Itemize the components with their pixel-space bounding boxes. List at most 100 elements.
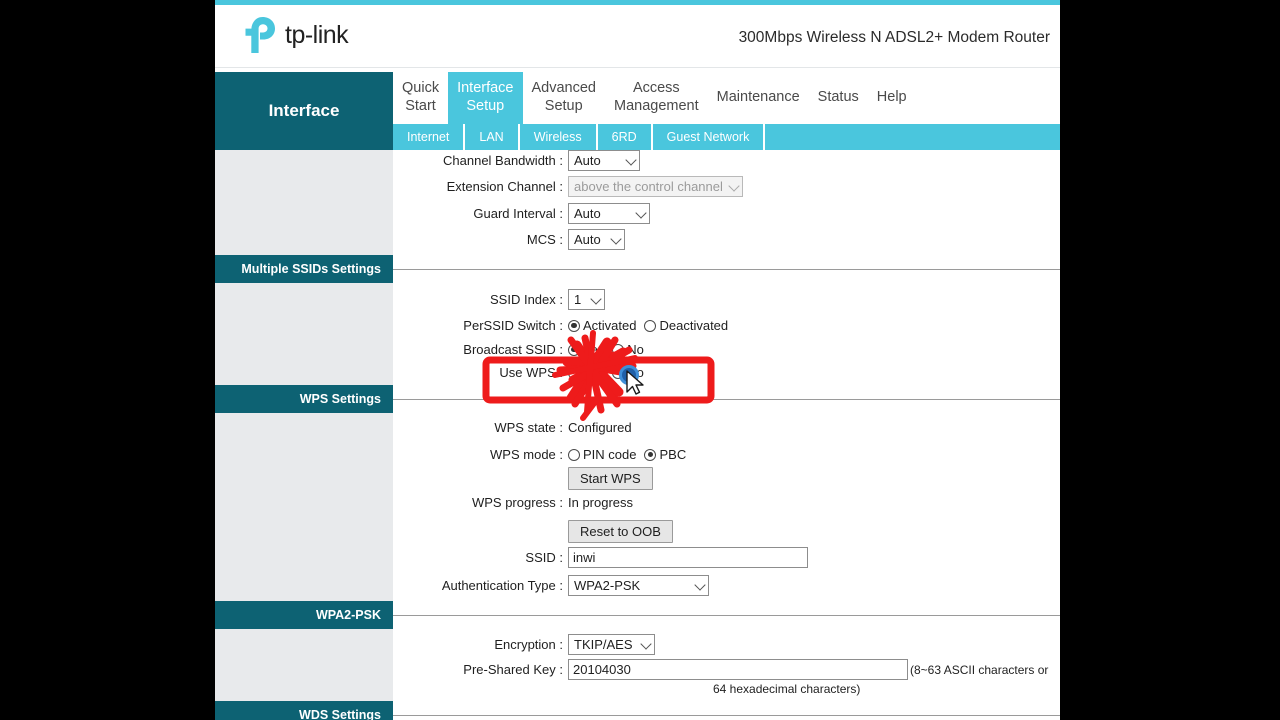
row-use-wps: Use WPS : Yes No	[360, 365, 652, 380]
perssid-switch-activated-radio[interactable]: Activated	[568, 318, 636, 333]
row-reset-to-oob: Reset to OOB	[360, 520, 673, 543]
model-name: 300Mbps Wireless N ADSL2+ Modem Router	[738, 29, 1050, 46]
section-wds-label: WDS Settings	[299, 708, 381, 720]
subtab-lan[interactable]: LAN	[465, 124, 520, 150]
tab-advanced-setup[interactable]: Advanced Setup	[523, 72, 606, 124]
tp-link-logo: tp-link	[243, 15, 349, 55]
tab-status-label: Status	[817, 89, 859, 106]
radio-icon	[568, 343, 580, 356]
chevron-down-icon	[635, 206, 647, 219]
tab-quick-start[interactable]: Quick Start	[393, 72, 448, 124]
tp-link-wordmark: tp-link	[285, 20, 349, 49]
section-wpa2-psk-label: WPA2-PSK	[315, 608, 381, 622]
tab-help[interactable]: Help	[868, 72, 916, 124]
settings-body: Multiple SSIDs Settings WPS Settings WPA…	[215, 150, 1060, 720]
tab-advanced-setup-line2: Setup	[544, 98, 583, 114]
row-wps-state: WPS state : Configured	[360, 420, 631, 435]
section-divider-wpa2-psk	[393, 615, 1060, 616]
row-pre-shared-key-hint2: 64 hexadecimal characters)	[713, 682, 860, 696]
wps-mode-pbc-radio[interactable]: PBC	[644, 447, 686, 462]
tab-help-label: Help	[876, 89, 907, 106]
perssid-switch-activated-label: Activated	[583, 318, 637, 333]
interface-section-label-text: Interface	[268, 101, 340, 120]
radio-icon	[568, 366, 580, 379]
ssid-index-select[interactable]: 1	[568, 289, 605, 310]
chevron-down-icon	[590, 292, 602, 305]
subtab-6rd[interactable]: 6RD	[598, 124, 653, 150]
interface-section-label: Interface	[215, 72, 393, 150]
mcs-select[interactable]: Auto	[568, 229, 625, 250]
section-wps-label: WPS Settings	[299, 392, 381, 406]
radio-icon	[644, 319, 657, 332]
start-wps-button[interactable]: Start WPS	[568, 467, 653, 490]
ssid-input[interactable]	[568, 547, 808, 568]
section-divider-wds	[393, 715, 1060, 716]
brand-header: tp-link 300Mbps Wireless N ADSL2+ Modem …	[215, 5, 1060, 68]
label-wps-state: WPS state :	[494, 420, 563, 435]
tab-maintenance-label: Maintenance	[716, 89, 800, 106]
perssid-switch-deactivated-radio[interactable]: Deactivated	[644, 318, 728, 333]
tab-access-management[interactable]: Access Management	[605, 72, 708, 124]
radio-icon	[644, 448, 657, 461]
tab-status[interactable]: Status	[809, 72, 868, 124]
label-wps-progress: WPS progress :	[471, 495, 563, 510]
label-ssid: SSID :	[525, 550, 563, 565]
row-authentication-type: Authentication Type : WPA2-PSK	[360, 575, 709, 596]
pre-shared-key-hint-line2: 64 hexadecimal characters)	[713, 682, 861, 696]
mcs-value: Auto	[574, 232, 601, 247]
tab-advanced-setup-line1: Advanced	[531, 80, 597, 97]
radio-icon	[612, 343, 625, 356]
chevron-down-icon	[625, 153, 637, 166]
subtab-guest-network[interactable]: Guest Network	[653, 124, 766, 150]
guard-interval-value: Auto	[574, 206, 601, 221]
row-extension-channel: Extension Channel : above the control ch…	[360, 176, 743, 197]
router-admin-page: tp-link 300Mbps Wireless N ADSL2+ Modem …	[215, 0, 1060, 720]
label-encryption: Encryption :	[494, 637, 563, 652]
broadcast-ssid-yes-radio[interactable]: Yes	[568, 342, 604, 357]
radio-icon	[568, 319, 580, 332]
row-pre-shared-key: Pre-Shared Key : (8~63 ASCII characters …	[360, 659, 1048, 680]
radio-icon	[568, 448, 580, 461]
section-multiple-ssids-label: Multiple SSIDs Settings	[241, 262, 381, 276]
label-pre-shared-key: Pre-Shared Key :	[463, 662, 563, 677]
tab-interface-setup[interactable]: Interface Setup	[448, 72, 523, 124]
channel-bandwidth-value: Auto	[574, 153, 601, 168]
row-start-wps: Start WPS	[360, 467, 653, 490]
tab-access-management-line1: Access	[632, 80, 680, 97]
label-mcs: MCS :	[526, 232, 563, 247]
row-guard-interval: Guard Interval : Auto	[360, 203, 650, 224]
channel-bandwidth-select[interactable]: Auto	[568, 150, 640, 171]
row-wps-progress: WPS progress : In progress	[360, 495, 633, 510]
section-divider-wps	[393, 399, 1060, 400]
section-divider-multiple-ssids	[393, 269, 1060, 270]
pre-shared-key-input[interactable]	[568, 659, 908, 680]
subtab-internet[interactable]: Internet	[393, 124, 466, 150]
chevron-down-icon	[728, 179, 740, 192]
use-wps-yes-radio[interactable]: Yes	[568, 365, 604, 380]
broadcast-ssid-no-radio[interactable]: No	[612, 342, 644, 357]
label-ssid-index: SSID Index :	[490, 292, 563, 307]
tab-interface-setup-line1: Interface	[457, 80, 514, 97]
row-perssid-switch: PerSSID Switch : Activated Deactivated	[360, 318, 736, 333]
subtab-filler	[765, 124, 1060, 150]
authentication-type-select[interactable]: WPA2-PSK	[568, 575, 709, 596]
subtab-wireless[interactable]: Wireless	[520, 124, 598, 150]
main-tabs: Quick Start Interface Setup Advanced Set…	[393, 72, 1060, 124]
extension-channel-select: above the control channel	[568, 176, 743, 197]
radio-icon	[612, 366, 625, 379]
tab-quick-start-line1: Quick	[402, 80, 440, 97]
use-wps-no-radio[interactable]: No	[612, 365, 644, 380]
row-mcs: MCS : Auto	[360, 229, 625, 250]
tab-maintenance[interactable]: Maintenance	[708, 72, 809, 124]
encryption-select[interactable]: TKIP/AES	[568, 634, 655, 655]
broadcast-ssid-yes-label: Yes	[583, 342, 605, 357]
label-broadcast-ssid: Broadcast SSID :	[463, 342, 563, 357]
reset-to-oob-button[interactable]: Reset to OOB	[568, 520, 673, 543]
guard-interval-select[interactable]: Auto	[568, 203, 650, 224]
wps-mode-pin-code-radio[interactable]: PIN code	[568, 447, 636, 462]
tab-interface-setup-line2: Setup	[466, 98, 505, 114]
sub-tabs: Internet LAN Wireless 6RD Guest Network	[393, 124, 1060, 150]
chevron-down-icon	[694, 578, 706, 591]
navigation-bar: Interface Quick Start Interface Setup Ad…	[215, 72, 1060, 150]
extension-channel-value: above the control channel	[574, 179, 723, 194]
